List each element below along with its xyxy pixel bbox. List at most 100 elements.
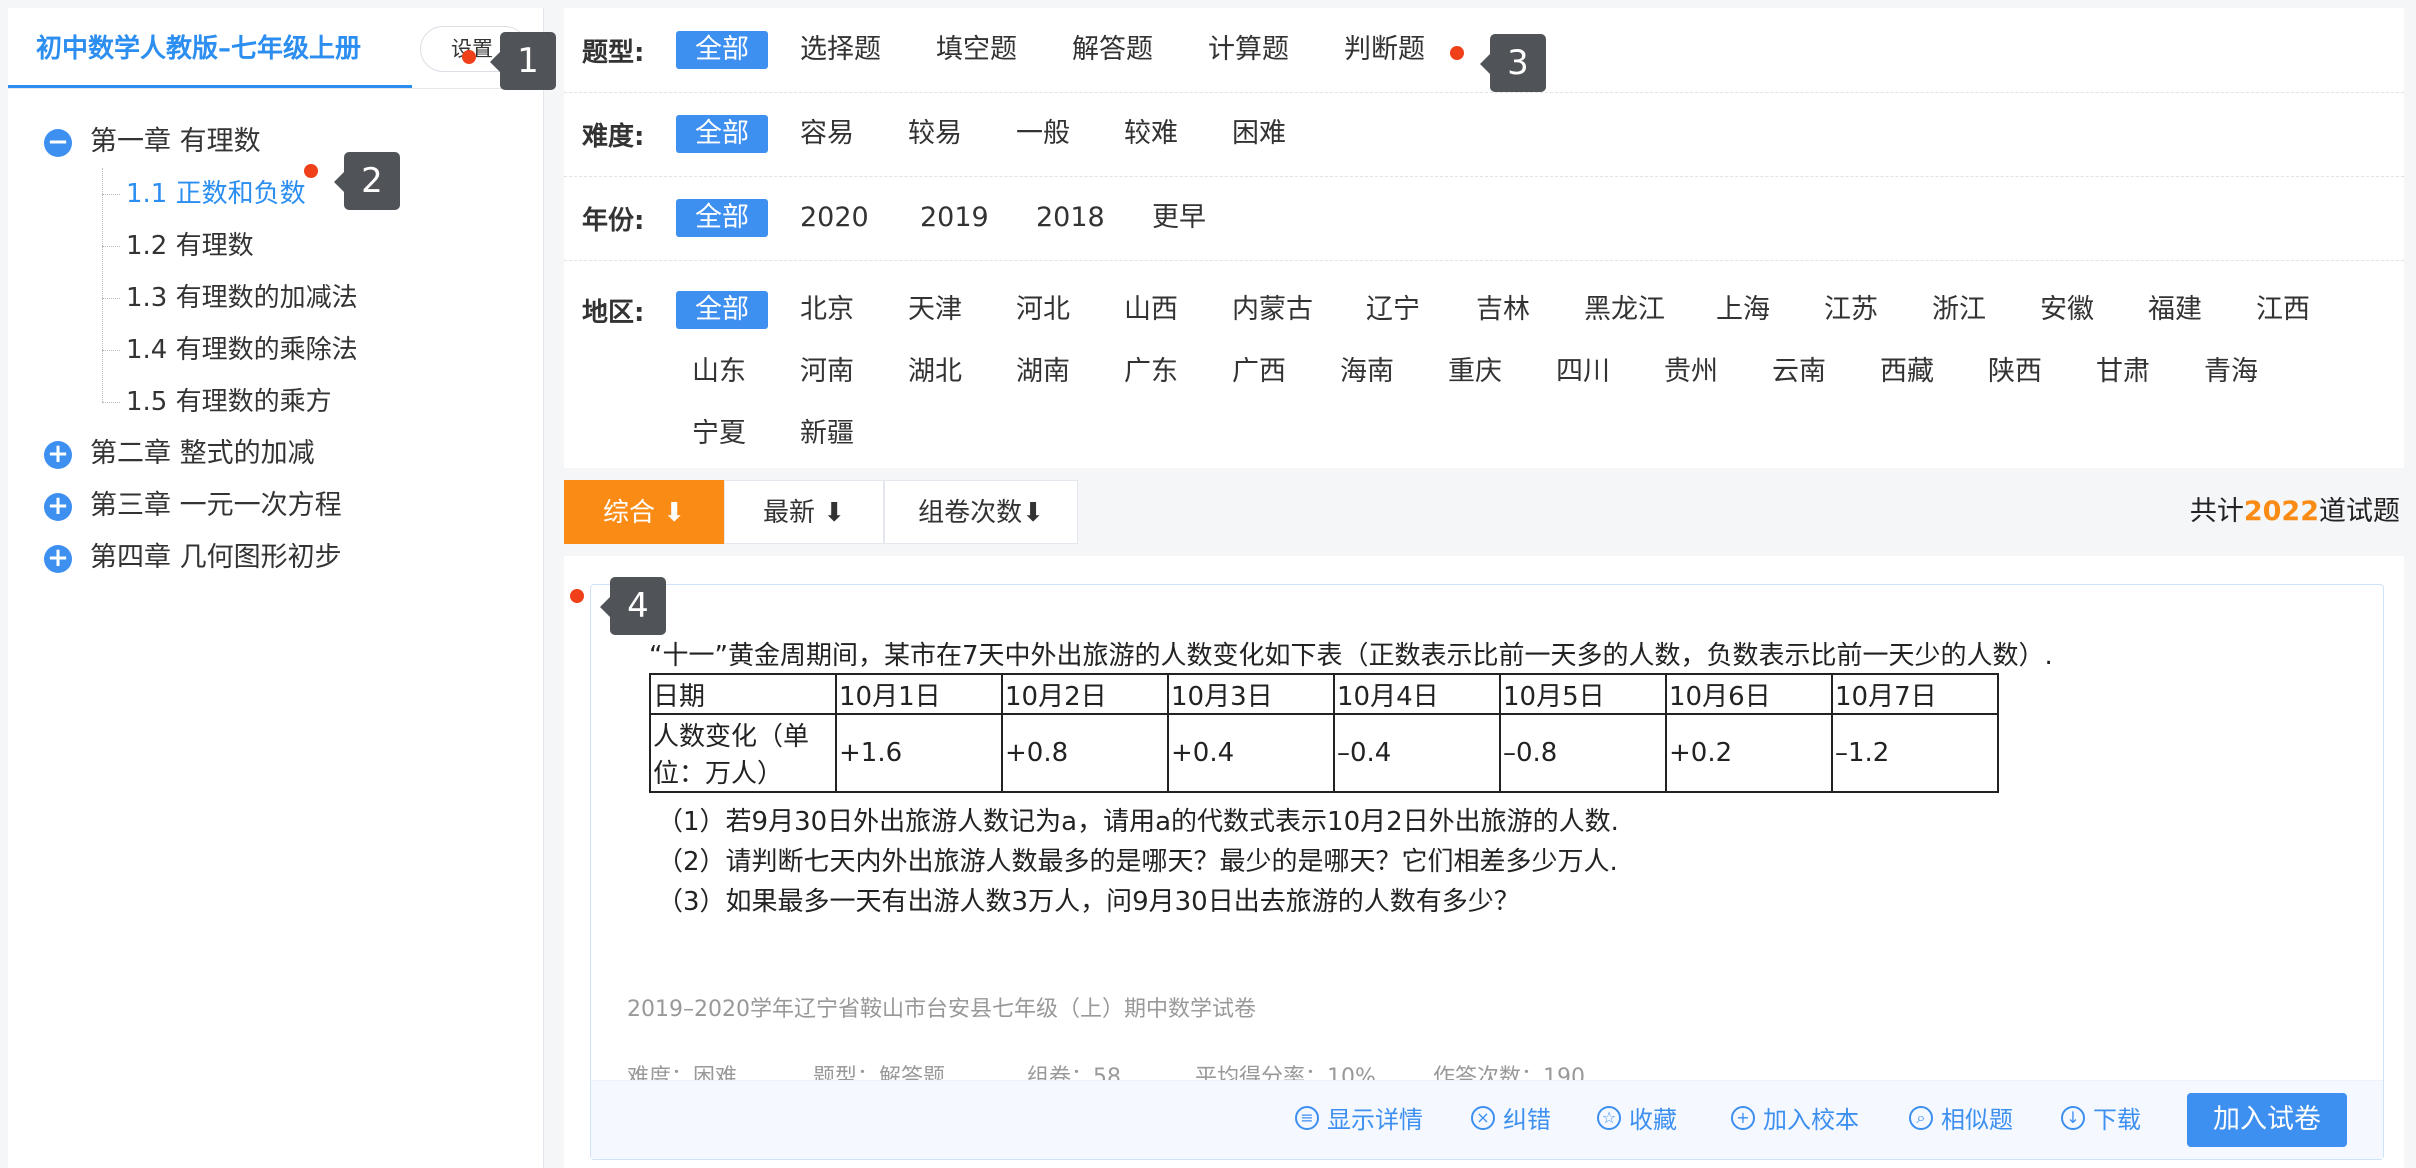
filter-option[interactable]: 海南	[1340, 353, 1394, 391]
table-cell: 10月1日	[835, 673, 1003, 715]
filter-option[interactable]: 辽宁	[1366, 291, 1420, 329]
filter-option[interactable]: 四川	[1556, 353, 1610, 391]
filter-option[interactable]: 北京	[800, 291, 854, 329]
sort-bar: 综合 ⬇ 最新 ⬇ 组卷次数⬇ 共计2022道试题	[564, 480, 2404, 546]
table-cell: –0.8	[1499, 713, 1667, 793]
chapter-1-sections: 1.1 正数和负数 1.2 有理数 1.3 有理数的加减法 1.4 有理数的乘除…	[44, 168, 543, 428]
question-stem: “十一”黄金周期间，某市在7天中外出旅游的人数变化如下表（正数表示比前一天多的人…	[649, 641, 2053, 671]
chapter-3[interactable]: + 第三章 一元一次方程	[44, 480, 543, 532]
section-item[interactable]: 1.5 有理数的乘方	[44, 376, 543, 428]
add-to-paper-button[interactable]: 加入试卷	[2187, 1093, 2347, 1147]
table-cell: 日期	[649, 673, 837, 715]
question-part: （2）请判断七天内外出旅游人数最多的是哪天？最少的是哪天？它们相差多少万人.	[657, 847, 1618, 877]
marker-dot	[304, 164, 318, 178]
filter-option[interactable]: 解答题	[1072, 31, 1153, 69]
favorite-button[interactable]: ☆ 收藏	[1597, 1081, 1677, 1159]
table-cell: 人数变化（单位：万人）	[649, 713, 837, 793]
section-item[interactable]: 1.1 正数和负数	[44, 168, 543, 220]
section-label: 1.2 有理数	[126, 231, 254, 261]
filter-option[interactable]: 河南	[800, 353, 854, 391]
table-cell: –0.4	[1333, 713, 1501, 793]
table-row: 人数变化（单位：万人） +1.6 +0.8 +0.4 –0.4 –0.8 +0.…	[649, 713, 1999, 793]
filter-option[interactable]: 浙江	[1932, 291, 1986, 329]
section-label: 1.3 有理数的加减法	[126, 283, 358, 313]
filter-option[interactable]: 山西	[1124, 291, 1178, 329]
filter-option[interactable]: 宁夏	[692, 415, 746, 453]
filter-option[interactable]: 湖南	[1016, 353, 1070, 391]
chapter-2[interactable]: + 第二章 整式的加减	[44, 428, 543, 480]
question-source[interactable]: 2019–2020学年辽宁省鞍山市台安县七年级（上）期中数学试卷	[627, 991, 1256, 1023]
expand-icon[interactable]: +	[44, 545, 72, 573]
filter-option[interactable]: 贵州	[1664, 353, 1718, 391]
filter-option[interactable]: 安徽	[2040, 291, 2094, 329]
marker-dot	[570, 589, 584, 603]
chapter-sidebar: 初中数学人教版–七年级上册 设置 − 第一章 有理数 1.1 正数和负数 1.2…	[8, 8, 544, 1168]
show-details-button[interactable]: ≡ 显示详情	[1295, 1081, 1423, 1159]
filter-option[interactable]: 天津	[908, 291, 962, 329]
filter-option[interactable]: 吉林	[1476, 291, 1530, 329]
filter-option[interactable]: 更早	[1152, 199, 1206, 237]
filter-option[interactable]: 上海	[1716, 291, 1770, 329]
filter-option[interactable]: 全部	[676, 291, 768, 329]
filter-option[interactable]: 甘肃	[2096, 353, 2150, 391]
question-part: （1）若9月30日外出旅游人数记为a，请用a的代数式表示10月2日外出旅游的人数…	[657, 807, 1619, 837]
filter-option[interactable]: 西藏	[1880, 353, 1934, 391]
question-table: 日期 10月1日 10月2日 10月3日 10月4日 10月5日 10月6日 1…	[649, 673, 1999, 793]
filter-option[interactable]: 选择题	[800, 31, 881, 69]
filter-option[interactable]: 云南	[1772, 353, 1826, 391]
filter-option[interactable]: 新疆	[800, 415, 854, 453]
filter-option[interactable]: 重庆	[1448, 353, 1502, 391]
filter-option[interactable]: 填空题	[936, 31, 1017, 69]
filter-option[interactable]: 2018	[1036, 199, 1105, 237]
sort-usage-button[interactable]: 组卷次数⬇	[884, 480, 1078, 544]
table-cell: +0.8	[1001, 713, 1169, 793]
sort-comprehensive-button[interactable]: 综合 ⬇	[564, 480, 724, 544]
filter-option[interactable]: 困难	[1232, 115, 1286, 153]
collapse-icon[interactable]: −	[44, 129, 72, 157]
filter-option[interactable]: 湖北	[908, 353, 962, 391]
filter-option[interactable]: 山东	[692, 353, 746, 391]
filter-option[interactable]: 全部	[676, 199, 768, 237]
table-cell: –1.2	[1831, 713, 1999, 793]
expand-icon[interactable]: +	[44, 441, 72, 469]
filter-option[interactable]: 较易	[908, 115, 962, 153]
filter-option[interactable]: 全部	[676, 31, 768, 69]
download-button[interactable]: ↓ 下载	[2061, 1081, 2141, 1159]
section-item[interactable]: 1.3 有理数的加减法	[44, 272, 543, 324]
filter-option[interactable]: 江苏	[1824, 291, 1878, 329]
table-cell: +1.6	[835, 713, 1003, 793]
marker-dot	[1450, 46, 1464, 60]
report-error-button[interactable]: × 纠错	[1471, 1081, 1551, 1159]
add-to-school-button[interactable]: + 加入校本	[1731, 1081, 1859, 1159]
filter-option[interactable]: 广东	[1124, 353, 1178, 391]
filter-option[interactable]: 福建	[2148, 291, 2202, 329]
chapter-1[interactable]: − 第一章 有理数	[44, 116, 543, 168]
section-item[interactable]: 1.4 有理数的乘除法	[44, 324, 543, 376]
expand-icon[interactable]: +	[44, 493, 72, 521]
filter-option[interactable]: 容易	[800, 115, 854, 153]
textbook-title[interactable]: 初中数学人教版–七年级上册	[8, 8, 412, 88]
similar-questions-button[interactable]: ⌕ 相似题	[1909, 1081, 2013, 1159]
filter-option[interactable]: 判断题	[1344, 31, 1425, 69]
sort-newest-button[interactable]: 最新 ⬇	[724, 480, 884, 544]
filter-option[interactable]: 广西	[1232, 353, 1286, 391]
filter-option[interactable]: 陕西	[1988, 353, 2042, 391]
filter-label: 难度:	[582, 122, 645, 152]
callout-badge: 3	[1480, 34, 1546, 92]
filter-option[interactable]: 2019	[920, 199, 989, 237]
filter-row-difficulty: 难度: 全部 容易 较易 一般 较难 困难	[564, 92, 2404, 177]
chapter-4[interactable]: + 第四章 几何图形初步	[44, 532, 543, 584]
section-item[interactable]: 1.2 有理数	[44, 220, 543, 272]
filter-option[interactable]: 青海	[2204, 353, 2258, 391]
filter-option[interactable]: 河北	[1016, 291, 1070, 329]
filter-option[interactable]: 2020	[800, 199, 869, 237]
filter-option[interactable]: 黑龙江	[1584, 291, 1665, 329]
filter-option[interactable]: 全部	[676, 115, 768, 153]
filter-panel: 题型: 全部 选择题 填空题 解答题 计算题 判断题 难度: 全部 容易 较易 …	[564, 8, 2404, 468]
download-icon: ↓	[2061, 1106, 2085, 1130]
filter-option[interactable]: 一般	[1016, 115, 1070, 153]
filter-option[interactable]: 内蒙古	[1232, 291, 1313, 329]
filter-option[interactable]: 江西	[2256, 291, 2310, 329]
filter-option[interactable]: 较难	[1124, 115, 1178, 153]
filter-option[interactable]: 计算题	[1208, 31, 1289, 69]
